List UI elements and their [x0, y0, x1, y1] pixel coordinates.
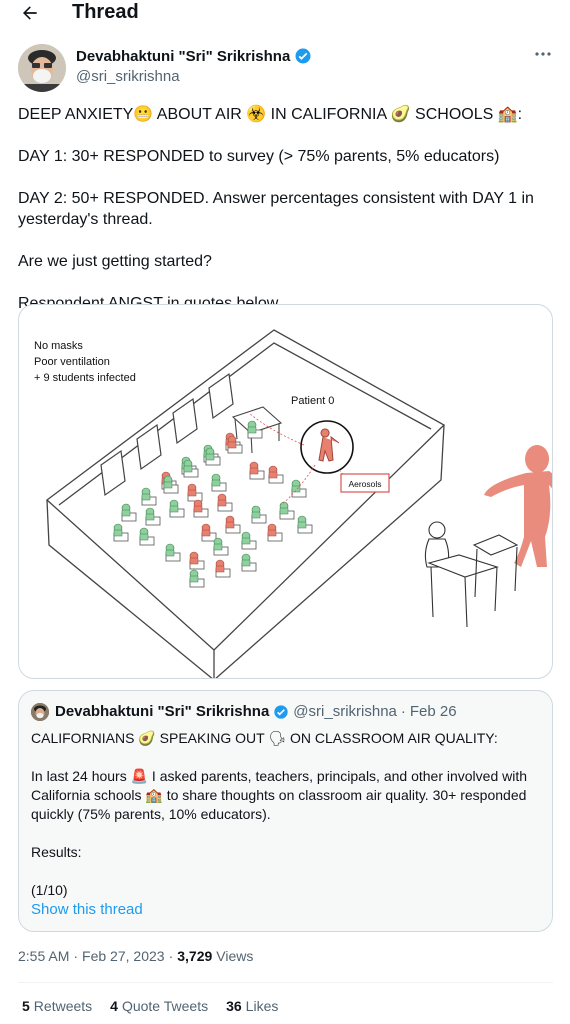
- tweet-paragraph: DEEP ANXIETY😬 ABOUT AIR ☣️ IN CALIFORNIA…: [18, 106, 523, 123]
- verified-badge-icon: [274, 704, 288, 719]
- likes-label: Likes: [245, 998, 279, 1014]
- likes-stat[interactable]: 36 Likes: [226, 998, 278, 1014]
- views-count: 3,729: [177, 948, 213, 964]
- tweet-paragraph: Are we just getting started?: [18, 253, 212, 270]
- quoted-tweet[interactable]: Devabhaktuni "Sri" Srikrishna @sri_srikr…: [18, 690, 553, 932]
- quoted-text: CALIFORNIANS 🥑 SPEAKING OUT 🗣 ON CLASSRO…: [31, 729, 541, 900]
- patient-zero-label: Patient 0: [291, 395, 334, 407]
- author-name-row[interactable]: Devabhaktuni "Sri" Srikrishna: [76, 47, 312, 65]
- media-label-line3: + 9 students infected: [34, 372, 136, 384]
- views-label: Views: [216, 948, 254, 964]
- media-label-line2: Poor ventilation: [34, 356, 110, 368]
- tweet-time[interactable]: 2:55 AM: [18, 948, 69, 964]
- quoted-author-handle: @sri_srikrishna: [293, 703, 397, 720]
- retweets-label: Retweets: [33, 998, 93, 1014]
- separator-dot: ·: [168, 948, 174, 964]
- quoted-date: Feb 26: [409, 703, 457, 720]
- retweets-count: 5: [22, 998, 30, 1014]
- media-label-line1: No masks: [34, 340, 83, 352]
- tweet-date[interactable]: Feb 27, 2023: [82, 948, 165, 964]
- tweet-paragraph: DAY 1: 30+ RESPONDED to survey (> 75% pa…: [18, 148, 500, 165]
- likes-count: 36: [226, 998, 242, 1014]
- quoted-paragraph: Results:: [31, 844, 82, 860]
- arrow-left-icon[interactable]: [20, 3, 40, 23]
- separator-dot: ·: [73, 948, 79, 964]
- retweets-stat[interactable]: 5 Retweets: [22, 998, 92, 1014]
- quoted-paragraph: CALIFORNIANS 🥑 SPEAKING OUT 🗣 ON CLASSRO…: [31, 730, 498, 746]
- verified-badge-icon: [295, 48, 311, 64]
- tweet-meta: 2:55 AM · Feb 27, 2023 · 3,729 Views: [18, 948, 253, 964]
- page-title: Thread: [72, 1, 139, 23]
- tweet-paragraph: DAY 2: 50+ RESPONDED. Answer percentages…: [18, 190, 534, 228]
- quoted-paragraph: (1/10): [31, 882, 68, 898]
- avatar-image: [18, 44, 66, 92]
- quote-tweets-stat[interactable]: 4 Quote Tweets: [110, 998, 208, 1014]
- quoted-header: Devabhaktuni "Sri" Srikrishna @sri_srikr…: [55, 703, 457, 720]
- show-thread-link[interactable]: Show this thread: [31, 901, 143, 918]
- author-handle[interactable]: @sri_srikrishna: [76, 68, 180, 85]
- thread-header: Thread: [0, 0, 570, 28]
- aerosols-label: Aerosols: [348, 479, 381, 489]
- divider: [18, 982, 553, 983]
- tweet-media-image[interactable]: Aerosols Patient 0 No masks Poor ventila…: [18, 304, 553, 679]
- author-name[interactable]: Devabhaktuni "Sri" Srikrishna: [76, 48, 290, 65]
- quote-tweets-count: 4: [110, 998, 118, 1014]
- more-options-icon[interactable]: [533, 47, 553, 61]
- avatar-image: [31, 703, 49, 721]
- separator-dot: ·: [400, 703, 406, 720]
- classroom-illustration: Aerosols Patient 0 No masks Poor ventila…: [34, 329, 552, 678]
- quoted-paragraph: In last 24 hours 🚨 I asked parents, teac…: [31, 768, 528, 822]
- engagement-stats: 5 Retweets 4 Quote Tweets 36 Likes: [22, 998, 296, 1014]
- quoted-author-avatar: [31, 703, 49, 721]
- quoted-author-name: Devabhaktuni "Sri" Srikrishna: [55, 703, 270, 720]
- tweet-text: DEEP ANXIETY😬 ABOUT AIR ☣️ IN CALIFORNIA…: [18, 104, 553, 314]
- quote-tweets-label: Quote Tweets: [121, 998, 209, 1014]
- author-avatar[interactable]: [18, 44, 66, 92]
